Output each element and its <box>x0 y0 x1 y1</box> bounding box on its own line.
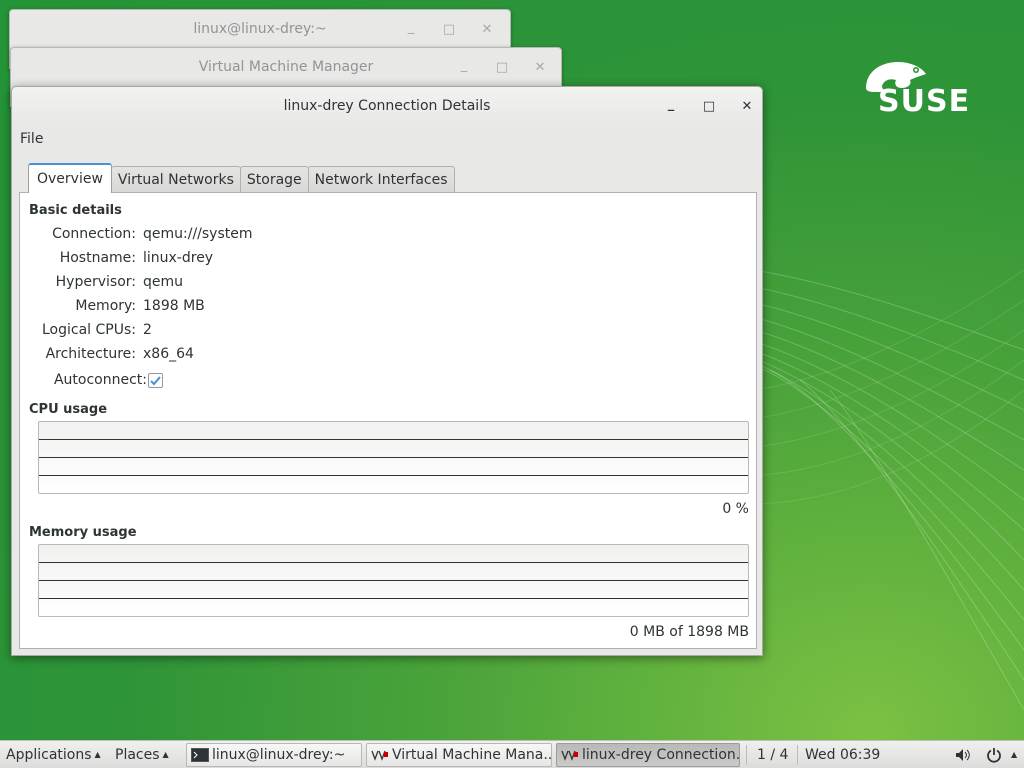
memory-usage-graph <box>38 544 749 617</box>
places-label: Places <box>115 747 160 763</box>
menubar: File <box>12 127 43 151</box>
hypervisor-label: Hypervisor: <box>55 274 136 290</box>
hypervisor-row: Hypervisor: qemu <box>20 274 420 294</box>
memory-usage-heading: Memory usage <box>29 525 137 540</box>
logical-cpus-row: Logical CPUs: 2 <box>20 322 420 342</box>
connection-row: Connection: qemu:///system <box>20 226 420 246</box>
tab-storage[interactable]: Storage <box>239 166 309 193</box>
tab-bar: Overview Virtual Networks Storage Networ… <box>28 163 455 193</box>
checkmark-icon <box>150 376 161 386</box>
autoconnect-label: Autoconnect: <box>53 372 147 388</box>
menu-file[interactable]: File <box>20 127 43 151</box>
cpu-usage-graph <box>38 421 749 494</box>
applications-label: Applications <box>6 747 92 763</box>
tab-overview[interactable]: Overview <box>28 163 112 193</box>
volume-icon[interactable] <box>955 748 971 765</box>
hostname-value: linux-drey <box>143 250 214 266</box>
applications-menu[interactable]: Applications ▲ <box>6 741 101 768</box>
task-virtual-machine-manager[interactable]: Virtual Machine Mana... <box>366 743 552 767</box>
task-label: linux@linux-drey:~ <box>212 747 346 763</box>
task-connection-details[interactable]: linux-drey Connection... <box>556 743 740 767</box>
terminal-icon <box>191 748 209 762</box>
connection-value: qemu:///system <box>143 226 253 242</box>
connection-label: Connection: <box>52 226 136 242</box>
menu-arrow-icon: ▲ <box>94 750 101 759</box>
logical-cpus-label: Logical CPUs: <box>42 322 136 338</box>
hypervisor-value: qemu <box>143 274 184 290</box>
task-label: linux-drey Connection... <box>582 747 740 763</box>
close-icon[interactable]: ✕ <box>531 58 549 76</box>
vmm-icon <box>561 750 578 761</box>
minimize-icon[interactable]: _ <box>455 58 473 76</box>
memory-value: 1898 MB <box>143 298 205 314</box>
autoconnect-checkbox[interactable] <box>148 373 163 388</box>
basic-details-heading: Basic details <box>29 203 122 218</box>
close-icon[interactable]: ✕ <box>478 20 496 38</box>
hostname-row: Hostname: linux-drey <box>20 250 420 270</box>
suse-logo: SUSE <box>858 58 988 122</box>
hostname-label: Hostname: <box>59 250 136 266</box>
tab-network-interfaces[interactable]: Network Interfaces <box>307 166 455 193</box>
memory-row: Memory: 1898 MB <box>20 298 420 318</box>
menu-arrow-icon: ▲ <box>162 750 169 759</box>
maximize-icon[interactable]: □ <box>700 97 718 115</box>
maximize-icon[interactable]: □ <box>440 20 458 38</box>
clock[interactable]: Wed 06:39 <box>805 741 880 768</box>
maximize-icon[interactable]: □ <box>493 58 511 76</box>
task-label: Virtual Machine Mana... <box>392 747 552 763</box>
workspace-switcher[interactable]: 1 / 4 <box>757 741 788 768</box>
window-title: linux-drey Connection Details <box>283 98 491 114</box>
power-icon[interactable] <box>986 747 1002 767</box>
close-icon[interactable]: ✕ <box>738 97 756 115</box>
architecture-value: x86_64 <box>143 346 194 362</box>
window-titlebar[interactable]: linux-drey Connection Details _ □ ✕ <box>12 87 762 125</box>
architecture-row: Architecture: x86_64 <box>20 346 420 366</box>
overview-panel: Basic details Connection: qemu:///system… <box>19 192 757 649</box>
tab-virtual-networks[interactable]: Virtual Networks <box>110 166 241 193</box>
task-terminal[interactable]: linux@linux-drey:~ <box>186 743 362 767</box>
connection-details-window: linux-drey Connection Details _ □ ✕ File… <box>11 86 763 656</box>
minimize-icon[interactable]: _ <box>402 20 420 38</box>
minimize-icon[interactable]: _ <box>662 97 680 115</box>
architecture-label: Architecture: <box>45 346 136 362</box>
autoconnect-row: Autoconnect: <box>20 372 420 392</box>
memory-usage-text: 0 MB of 1898 MB <box>629 624 749 640</box>
suse-wordmark: SUSE <box>878 84 971 119</box>
places-menu[interactable]: Places ▲ <box>115 741 169 768</box>
vmm-icon <box>371 750 388 761</box>
menu-arrow-icon[interactable]: ▲ <box>1008 741 1017 768</box>
memory-label: Memory: <box>75 298 136 314</box>
taskbar: Applications ▲ Places ▲ linux@linux-drey:~… <box>0 740 1024 768</box>
cpu-usage-percent: 0 % <box>722 501 749 517</box>
logical-cpus-value: 2 <box>143 322 152 338</box>
cpu-usage-heading: CPU usage <box>29 402 108 417</box>
